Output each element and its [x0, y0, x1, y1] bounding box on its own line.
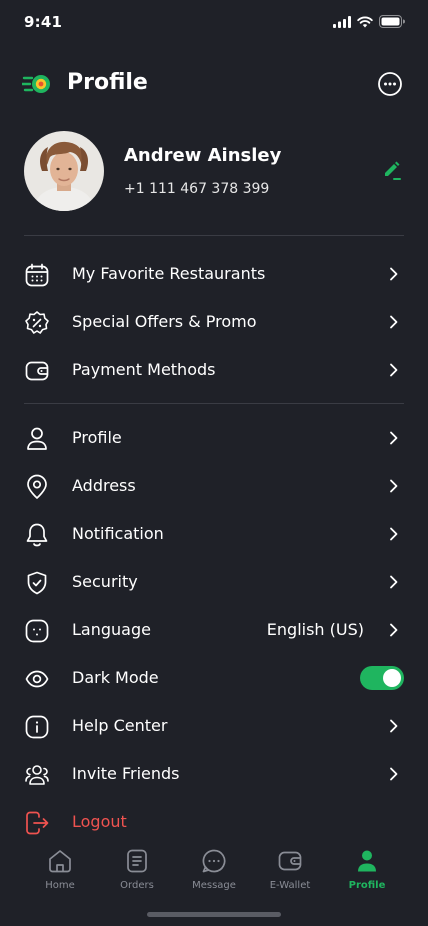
home-indicator [147, 912, 281, 917]
eye-icon [25, 670, 49, 688]
tab-message[interactable]: Message [176, 848, 252, 898]
app-logo-icon [22, 75, 50, 93]
chevron-right-icon [390, 527, 398, 541]
chevron-right-icon [390, 479, 398, 493]
menu-item-label: Payment Methods [72, 360, 216, 379]
user-icon [358, 850, 376, 872]
menu-item-language[interactable]: Language English (US) [0, 606, 428, 654]
tab-label: Message [192, 880, 236, 891]
bell-icon [26, 523, 48, 547]
info-icon [25, 715, 49, 739]
header: Profile [0, 60, 428, 108]
tab-label: Profile [348, 880, 386, 891]
tab-label: Orders [120, 880, 154, 891]
more-options-icon[interactable] [376, 70, 404, 98]
orders-icon [127, 849, 147, 873]
language-value: English (US) [266, 620, 364, 639]
menu-item-notification[interactable]: Notification [0, 510, 428, 558]
divider [24, 235, 404, 236]
edit-pencil-icon[interactable] [380, 159, 404, 183]
menu-item-favorite-restaurants[interactable]: My Favorite Restaurants [0, 250, 428, 298]
menu-item-label: My Favorite Restaurants [72, 264, 266, 283]
menu-item-label: Invite Friends [72, 764, 180, 783]
menu-item-dark-mode: Dark Mode [0, 654, 428, 702]
home-icon [49, 850, 71, 873]
menu-item-label: Notification [72, 524, 164, 543]
chevron-right-icon [390, 623, 398, 637]
page-title: Profile [67, 70, 148, 95]
message-icon [202, 849, 226, 873]
discount-badge-icon [25, 311, 49, 334]
menu-item-security[interactable]: Security [0, 558, 428, 606]
tab-label: Home [45, 880, 75, 891]
divider [24, 403, 404, 404]
user-phone: +1 111 467 378 399 [124, 181, 270, 197]
chevron-right-icon [390, 575, 398, 589]
menu-item-label: Dark Mode [72, 668, 159, 687]
tab-home[interactable]: Home [22, 848, 98, 898]
signal-icon [333, 15, 351, 28]
menu-item-help-center[interactable]: Help Center [0, 702, 428, 750]
status-time: 9:41 [24, 13, 63, 31]
menu-item-label: Security [72, 572, 138, 591]
menu-item-address[interactable]: Address [0, 462, 428, 510]
shield-check-icon [27, 571, 47, 595]
chevron-right-icon [390, 267, 398, 281]
wallet-icon [278, 851, 302, 871]
chevron-right-icon [390, 431, 398, 445]
menu-item-special-offers[interactable]: Special Offers & Promo [0, 298, 428, 346]
menu-item-logout[interactable]: Logout [0, 798, 428, 846]
menu-item-label: Logout [72, 812, 127, 831]
toggle-knob [383, 669, 401, 687]
user-card: Andrew Ainsley +1 111 467 378 399 [0, 131, 428, 213]
menu-item-label: Special Offers & Promo [72, 312, 257, 331]
users-icon [25, 765, 49, 785]
battery-icon [379, 15, 405, 28]
menu-item-label: Profile [72, 428, 122, 447]
chevron-right-icon [390, 719, 398, 733]
tab-orders[interactable]: Orders [99, 848, 175, 898]
dark-mode-toggle[interactable] [360, 666, 404, 690]
tab-e-wallet[interactable]: E-Wallet [252, 848, 328, 898]
logout-icon [26, 811, 49, 835]
avatar[interactable] [24, 131, 104, 211]
menu-item-payment-methods[interactable]: Payment Methods [0, 346, 428, 394]
chevron-right-icon [390, 363, 398, 377]
status-bar: 9:41 [0, 0, 428, 44]
location-pin-icon [27, 474, 47, 499]
chevron-right-icon [390, 315, 398, 329]
wallet-icon [25, 361, 49, 381]
calendar-icon [25, 263, 49, 287]
menu-item-label: Language [72, 620, 151, 639]
menu-item-label: Address [72, 476, 136, 495]
user-icon [27, 427, 47, 450]
user-name: Andrew Ainsley [124, 145, 282, 166]
menu-item-invite-friends[interactable]: Invite Friends [0, 750, 428, 798]
language-icon [25, 619, 49, 643]
menu-item-profile[interactable]: Profile [0, 414, 428, 462]
chevron-right-icon [390, 767, 398, 781]
tab-profile[interactable]: Profile [329, 848, 405, 898]
wifi-icon [357, 16, 373, 27]
tab-label: E-Wallet [269, 880, 311, 891]
menu-item-label: Help Center [72, 716, 168, 735]
status-icons [333, 15, 406, 28]
